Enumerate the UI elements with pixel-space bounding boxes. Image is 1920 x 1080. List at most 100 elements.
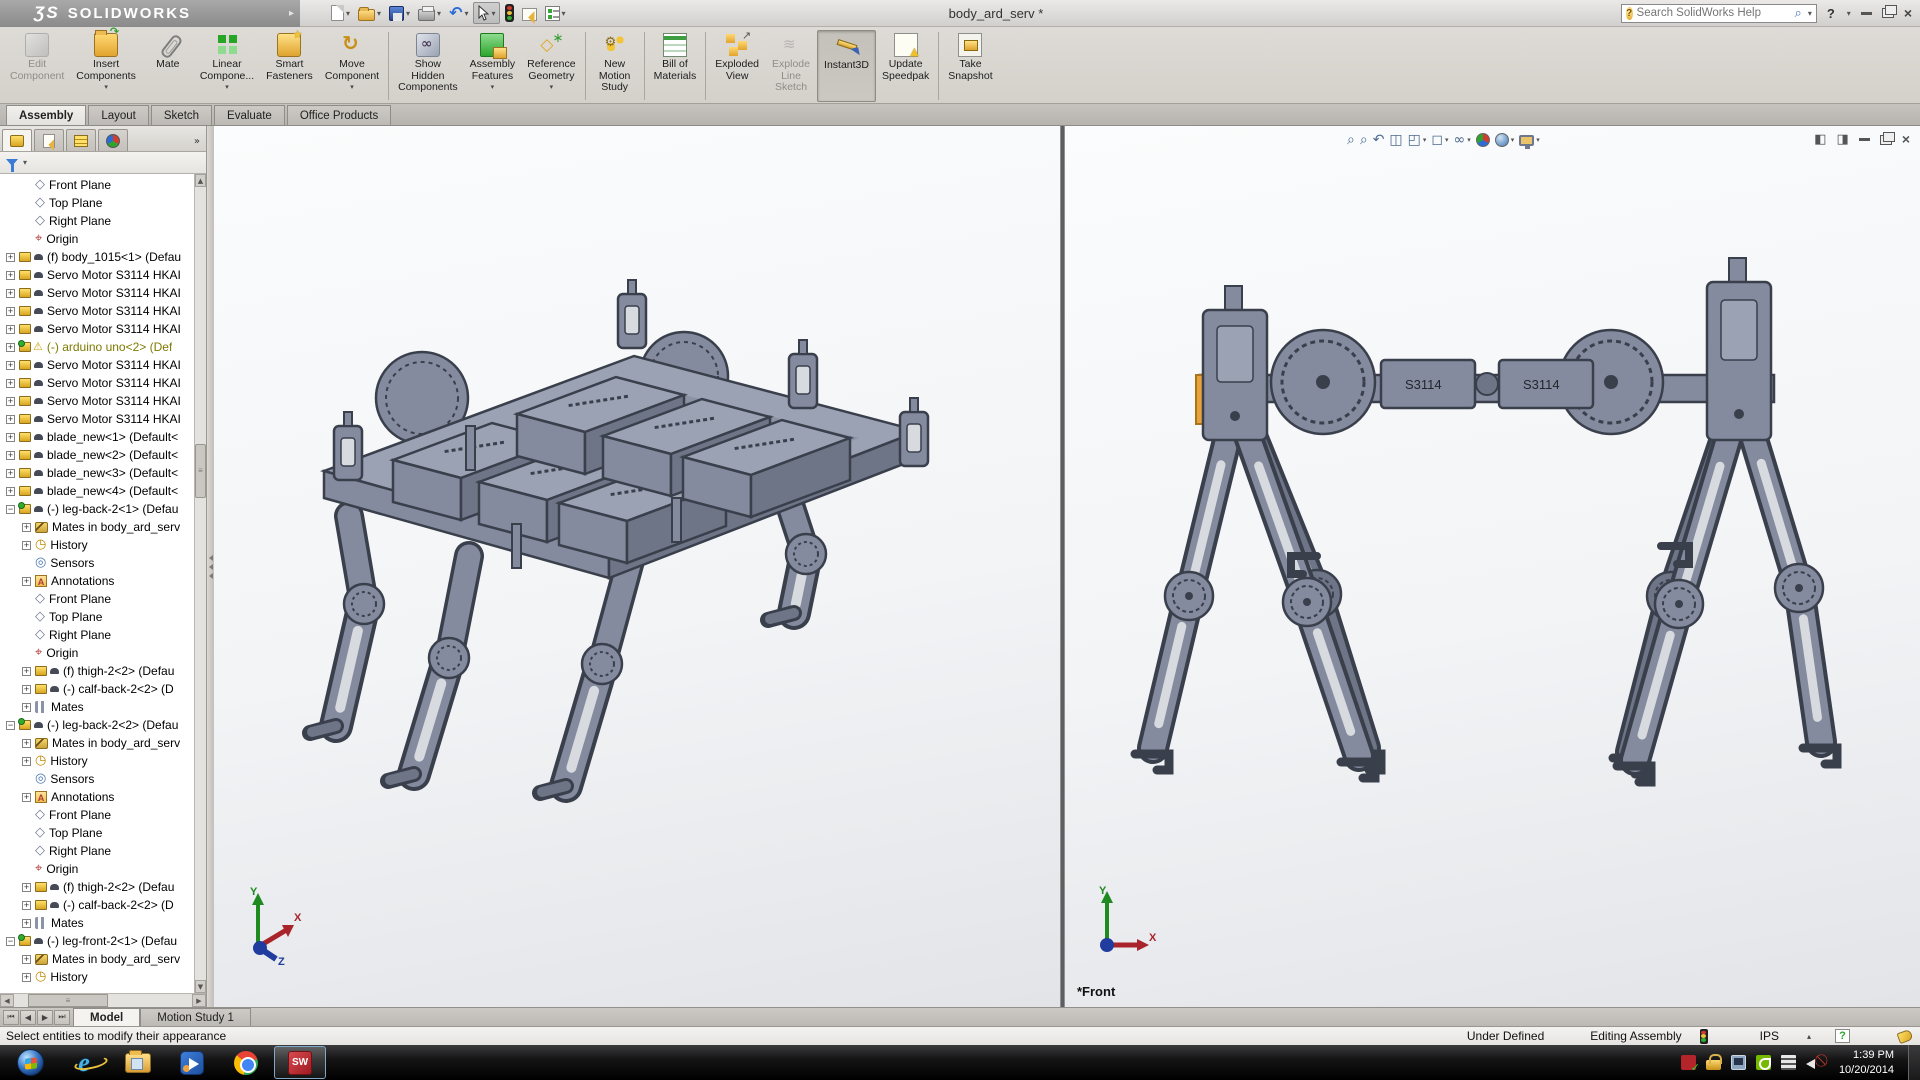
stacked-windows-icon[interactable] bbox=[1781, 1055, 1796, 1070]
take-snapshot-button[interactable]: TakeSnapshot bbox=[942, 30, 998, 102]
tree-item[interactable]: +AAnnotations bbox=[0, 788, 195, 806]
tree-item[interactable]: +Servo Motor S3114 HKAI bbox=[0, 356, 195, 374]
tree-item[interactable]: ◇Right Plane bbox=[0, 626, 195, 644]
hide-show-items-button[interactable]: ∞▾ bbox=[1454, 132, 1471, 148]
tree-item[interactable]: +Servo Motor S3114 HKAI bbox=[0, 392, 195, 410]
new-document-dropdown-caret[interactable]: ▾ bbox=[346, 9, 350, 18]
tree-expander[interactable]: + bbox=[22, 919, 31, 928]
media-player[interactable] bbox=[166, 1046, 218, 1079]
reference-geometry-dropdown-caret[interactable]: ▾ bbox=[550, 83, 554, 91]
edit-appearance-button[interactable] bbox=[519, 2, 540, 24]
print-button[interactable]: ▾ bbox=[415, 2, 444, 24]
tree-expander[interactable]: + bbox=[6, 451, 15, 460]
tree-item[interactable]: +(f) thigh-2<2> (Defau bbox=[0, 878, 195, 896]
document-restore-button[interactable] bbox=[1880, 135, 1892, 145]
tree-item[interactable]: ◇Top Plane bbox=[0, 824, 195, 842]
dropdown-caret-icon[interactable]: ▾ bbox=[1511, 136, 1515, 144]
front-view-model[interactable]: S3114S3114 bbox=[1065, 126, 1920, 1007]
internet-explorer[interactable]: e bbox=[58, 1046, 110, 1079]
previous-view-button[interactable]: ↶ bbox=[1373, 132, 1385, 148]
undo-button[interactable]: ↶▾ bbox=[446, 2, 471, 24]
tab-first-arrow[interactable]: ⏮ bbox=[3, 1010, 19, 1025]
open-document-button[interactable]: ▾ bbox=[355, 2, 384, 24]
isometric-view-pane[interactable]: Y X Z bbox=[214, 126, 1060, 1007]
restore-button[interactable] bbox=[1882, 8, 1894, 18]
scrollbar-thumb[interactable]: ≡ bbox=[195, 444, 206, 498]
lock-icon[interactable] bbox=[1706, 1060, 1721, 1070]
bill-of-materials-button[interactable]: Bill ofMaterials bbox=[648, 30, 703, 102]
scroll-left-arrow[interactable]: ◀ bbox=[0, 994, 14, 1007]
assembly-features-dropdown-caret[interactable]: ▾ bbox=[491, 83, 495, 91]
tree-item[interactable]: +(f) thigh-2<2> (Defau bbox=[0, 662, 195, 680]
tab-office-products[interactable]: Office Products bbox=[287, 105, 391, 125]
windows-explorer[interactable] bbox=[112, 1046, 164, 1079]
tab-evaluate[interactable]: Evaluate bbox=[214, 105, 285, 125]
tree-item[interactable]: +Mates in body_ard_serv bbox=[0, 518, 195, 536]
tree-expander[interactable]: − bbox=[6, 937, 15, 946]
tree-item[interactable]: ◎Sensors bbox=[0, 770, 195, 788]
tree-item[interactable]: +⚠(-) arduino uno<2> (Def bbox=[0, 338, 195, 356]
tree-item[interactable]: +Servo Motor S3114 HKAI bbox=[0, 374, 195, 392]
tree-item[interactable]: ◎Sensors bbox=[0, 554, 195, 572]
tree-item[interactable]: −(-) leg-back-2<2> (Defau bbox=[0, 716, 195, 734]
tree-item[interactable]: ◇Top Plane bbox=[0, 194, 195, 212]
tree-item[interactable]: ◇Front Plane bbox=[0, 806, 195, 824]
dropdown-caret-icon[interactable]: ▾ bbox=[1467, 136, 1471, 144]
search-dropdown-caret[interactable]: ▾ bbox=[1808, 9, 1812, 18]
tab-assembly[interactable]: Assembly bbox=[6, 105, 86, 125]
options-button[interactable]: ▾ bbox=[542, 2, 569, 24]
tree-expander[interactable]: + bbox=[6, 433, 15, 442]
tree-expander[interactable]: + bbox=[6, 307, 15, 316]
scroll-right-arrow[interactable]: ▶ bbox=[192, 994, 206, 1007]
exploded-view-button[interactable]: ExplodedView bbox=[709, 30, 765, 102]
tree-expander[interactable]: + bbox=[22, 577, 31, 586]
tree-item[interactable]: +◷History bbox=[0, 968, 195, 986]
tree-expander[interactable]: + bbox=[22, 901, 31, 910]
filter-icon[interactable] bbox=[6, 159, 18, 166]
update-speedpak-button[interactable]: UpdateSpeedpak bbox=[876, 30, 935, 102]
display-manager-tab[interactable] bbox=[98, 129, 128, 151]
help-search-box[interactable]: ? ⌕ ▾ bbox=[1621, 4, 1817, 23]
tab-next-arrow[interactable]: ▶ bbox=[37, 1010, 53, 1025]
tab-prev-arrow[interactable]: ◀ bbox=[20, 1010, 36, 1025]
tree-horizontal-scrollbar[interactable]: ◀ ≡ ▶ bbox=[0, 993, 206, 1007]
reference-geometry-button[interactable]: ReferenceGeometry▾ bbox=[521, 30, 581, 102]
tree-item[interactable]: +Servo Motor S3114 HKAI bbox=[0, 410, 195, 428]
dropdown-caret-icon[interactable]: ▾ bbox=[1423, 136, 1427, 144]
tree-item[interactable]: ⌖Origin bbox=[0, 230, 195, 248]
volume-muted-icon[interactable] bbox=[1806, 1055, 1821, 1070]
print-dropdown-caret[interactable]: ▾ bbox=[437, 9, 441, 18]
tree-expander[interactable]: + bbox=[6, 343, 15, 352]
unit-dropdown-caret[interactable]: ▴ bbox=[1807, 1032, 1811, 1041]
tree-item[interactable]: +Servo Motor S3114 HKAI bbox=[0, 284, 195, 302]
tree-expander[interactable]: + bbox=[22, 973, 31, 982]
tree-item[interactable]: +Servo Motor S3114 HKAI bbox=[0, 302, 195, 320]
tree-expander[interactable]: + bbox=[6, 487, 15, 496]
view-orientation-button[interactable]: ◰▾ bbox=[1408, 132, 1427, 148]
select-button[interactable]: ▾ bbox=[473, 2, 499, 24]
tree-item[interactable]: ◇Front Plane bbox=[0, 590, 195, 608]
display-icon[interactable] bbox=[1731, 1055, 1746, 1070]
tree-item[interactable]: +Mates in body_ard_serv bbox=[0, 950, 195, 968]
tree-item[interactable]: +(-) calf-back-2<2> (D bbox=[0, 896, 195, 914]
configuration-manager-tab[interactable] bbox=[66, 129, 96, 151]
open-document-dropdown-caret[interactable]: ▾ bbox=[377, 9, 381, 18]
tab-sketch[interactable]: Sketch bbox=[151, 105, 212, 125]
pane-split-right-icon[interactable]: ◨ bbox=[1837, 132, 1849, 147]
mate-button[interactable]: Mate bbox=[142, 30, 194, 102]
solidworks-tray-icon[interactable] bbox=[1681, 1055, 1696, 1070]
front-view-pane[interactable]: S3114S3114 ⌕⌕↶◫◰▾◻▾∞▾▾▾ ◧ ◨ × Y X bbox=[1065, 126, 1920, 1007]
help-button[interactable]: ? bbox=[1827, 6, 1835, 21]
tree-item[interactable]: +(-) calf-back-2<2> (D bbox=[0, 680, 195, 698]
tree-item[interactable]: +◷History bbox=[0, 752, 195, 770]
save-button[interactable]: ▾ bbox=[386, 2, 413, 24]
search-input[interactable] bbox=[1637, 7, 1791, 19]
tree-item[interactable]: +Mates in body_ard_serv bbox=[0, 734, 195, 752]
tree-expander[interactable]: + bbox=[6, 325, 15, 334]
tree-item[interactable]: ◇Right Plane bbox=[0, 212, 195, 230]
tree-expander[interactable]: + bbox=[6, 415, 15, 424]
start-button[interactable] bbox=[4, 1046, 56, 1079]
feature-tree-tab[interactable] bbox=[2, 129, 32, 151]
solidworks[interactable]: SW bbox=[274, 1046, 326, 1079]
tree-vertical-scrollbar[interactable]: ▲ ≡ ▼ bbox=[194, 174, 206, 993]
